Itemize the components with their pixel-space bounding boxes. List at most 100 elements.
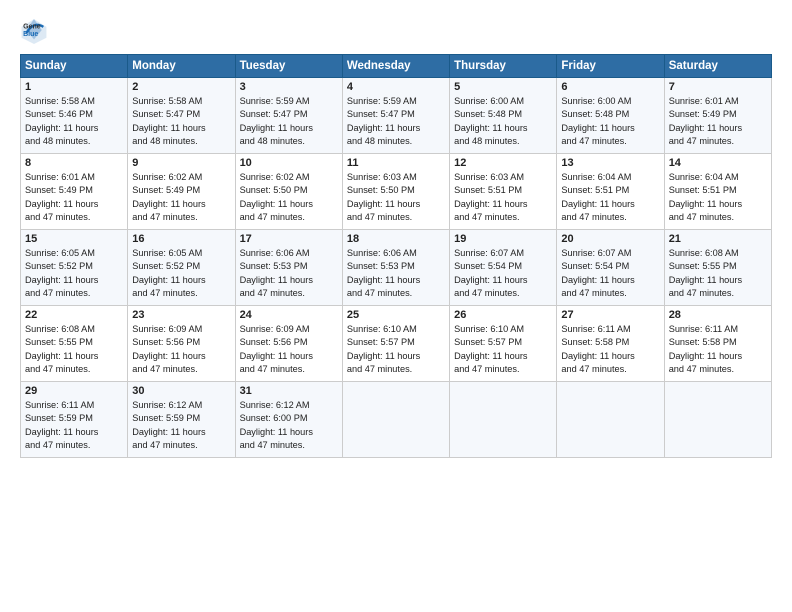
- day-number: 29: [25, 385, 123, 397]
- day-number: 11: [347, 157, 445, 169]
- day-info: Sunrise: 5:59 AMSunset: 5:47 PMDaylight:…: [240, 95, 338, 148]
- day-number: 25: [347, 309, 445, 321]
- header-thursday: Thursday: [450, 55, 557, 78]
- day-info: Sunrise: 6:12 AMSunset: 5:59 PMDaylight:…: [132, 399, 230, 452]
- day-info: Sunrise: 6:06 AMSunset: 5:53 PMDaylight:…: [347, 247, 445, 300]
- calendar-cell: 18 Sunrise: 6:06 AMSunset: 5:53 PMDayligh…: [342, 230, 449, 306]
- calendar-cell: 4 Sunrise: 5:59 AMSunset: 5:47 PMDaylight…: [342, 78, 449, 154]
- day-number: 31: [240, 385, 338, 397]
- calendar-cell: [664, 382, 771, 458]
- header-sunday: Sunday: [21, 55, 128, 78]
- calendar-cell: 24 Sunrise: 6:09 AMSunset: 5:56 PMDayligh…: [235, 306, 342, 382]
- day-info: Sunrise: 5:58 AMSunset: 5:46 PMDaylight:…: [25, 95, 123, 148]
- day-info: Sunrise: 6:02 AMSunset: 5:49 PMDaylight:…: [132, 171, 230, 224]
- day-number: 1: [25, 81, 123, 93]
- day-number: 27: [561, 309, 659, 321]
- day-info: Sunrise: 6:08 AMSunset: 5:55 PMDaylight:…: [669, 247, 767, 300]
- day-number: 21: [669, 233, 767, 245]
- day-number: 10: [240, 157, 338, 169]
- calendar-cell: 16 Sunrise: 6:05 AMSunset: 5:52 PMDayligh…: [128, 230, 235, 306]
- calendar-cell: 17Sunrise: 6:06 AMSunset: 5:53 PMDayligh…: [235, 230, 342, 306]
- calendar-cell: 20 Sunrise: 6:07 AMSunset: 5:54 PMDayligh…: [557, 230, 664, 306]
- calendar-cell: 11 Sunrise: 6:03 AMSunset: 5:50 PMDayligh…: [342, 154, 449, 230]
- calendar-cell: 23 Sunrise: 6:09 AMSunset: 5:56 PMDayligh…: [128, 306, 235, 382]
- calendar-cell: 8 Sunrise: 6:01 AMSunset: 5:49 PMDaylight…: [21, 154, 128, 230]
- day-info: Sunrise: 6:00 AMSunset: 5:48 PMDaylight:…: [561, 95, 659, 148]
- calendar-cell: 31 Sunrise: 6:12 AMSunset: 6:00 PMDayligh…: [235, 382, 342, 458]
- day-number: 22: [25, 309, 123, 321]
- svg-text:Blue: Blue: [23, 31, 38, 38]
- day-number: 23: [132, 309, 230, 321]
- header-wednesday: Wednesday: [342, 55, 449, 78]
- calendar-cell: [557, 382, 664, 458]
- calendar-cell: 29 Sunrise: 6:11 AMSunset: 5:59 PMDayligh…: [21, 382, 128, 458]
- day-number: 5: [454, 81, 552, 93]
- day-number: 9: [132, 157, 230, 169]
- page: Gene Blue SundayMondayTuesdayWednesdayTh…: [0, 0, 792, 612]
- day-number: 19: [454, 233, 552, 245]
- calendar-cell: 30 Sunrise: 6:12 AMSunset: 5:59 PMDayligh…: [128, 382, 235, 458]
- day-info: Sunrise: 5:58 AMSunset: 5:47 PMDaylight:…: [132, 95, 230, 148]
- day-number: 26: [454, 309, 552, 321]
- day-number: 15: [25, 233, 123, 245]
- header-tuesday: Tuesday: [235, 55, 342, 78]
- day-number: 16: [132, 233, 230, 245]
- calendar-table: SundayMondayTuesdayWednesdayThursdayFrid…: [20, 54, 772, 458]
- calendar-cell: 21 Sunrise: 6:08 AMSunset: 5:55 PMDayligh…: [664, 230, 771, 306]
- calendar-row-5: 29 Sunrise: 6:11 AMSunset: 5:59 PMDayligh…: [21, 382, 772, 458]
- day-number: 20: [561, 233, 659, 245]
- calendar-cell: 14 Sunrise: 6:04 AMSunset: 5:51 PMDayligh…: [664, 154, 771, 230]
- day-number: 4: [347, 81, 445, 93]
- day-info: Sunrise: 6:05 AMSunset: 5:52 PMDaylight:…: [132, 247, 230, 300]
- calendar-row-2: 8 Sunrise: 6:01 AMSunset: 5:49 PMDaylight…: [21, 154, 772, 230]
- day-info: Sunrise: 6:12 AMSunset: 6:00 PMDaylight:…: [240, 399, 338, 452]
- day-info: Sunrise: 6:02 AMSunset: 5:50 PMDaylight:…: [240, 171, 338, 224]
- svg-text:Gene: Gene: [23, 23, 41, 30]
- day-info: Sunrise: 6:07 AMSunset: 5:54 PMDaylight:…: [561, 247, 659, 300]
- day-info: Sunrise: 6:01 AMSunset: 5:49 PMDaylight:…: [25, 171, 123, 224]
- day-number: 18: [347, 233, 445, 245]
- day-info: Sunrise: 5:59 AMSunset: 5:47 PMDaylight:…: [347, 95, 445, 148]
- calendar-cell: 15 Sunrise: 6:05 AMSunset: 5:52 PMDayligh…: [21, 230, 128, 306]
- day-number: 13: [561, 157, 659, 169]
- calendar-cell: 27Sunrise: 6:11 AMSunset: 5:58 PMDayligh…: [557, 306, 664, 382]
- calendar-cell: 13Sunrise: 6:04 AMSunset: 5:51 PMDayligh…: [557, 154, 664, 230]
- calendar-cell: 12 Sunrise: 6:03 AMSunset: 5:51 PMDayligh…: [450, 154, 557, 230]
- calendar-cell: 22 Sunrise: 6:08 AMSunset: 5:55 PMDayligh…: [21, 306, 128, 382]
- calendar-cell: 2Sunrise: 5:58 AMSunset: 5:47 PMDaylight…: [128, 78, 235, 154]
- calendar-cell: 19 Sunrise: 6:07 AMSunset: 5:54 PMDayligh…: [450, 230, 557, 306]
- calendar-cell: 6 Sunrise: 6:00 AMSunset: 5:48 PMDaylight…: [557, 78, 664, 154]
- calendar-cell: [342, 382, 449, 458]
- day-number: 7: [669, 81, 767, 93]
- day-number: 12: [454, 157, 552, 169]
- calendar-cell: 3 Sunrise: 5:59 AMSunset: 5:47 PMDaylight…: [235, 78, 342, 154]
- header: Gene Blue: [20, 16, 772, 44]
- day-number: 6: [561, 81, 659, 93]
- calendar-row-3: 15 Sunrise: 6:05 AMSunset: 5:52 PMDayligh…: [21, 230, 772, 306]
- day-number: 24: [240, 309, 338, 321]
- calendar-row-1: 1 Sunrise: 5:58 AMSunset: 5:46 PMDaylight…: [21, 78, 772, 154]
- day-number: 14: [669, 157, 767, 169]
- day-info: Sunrise: 6:08 AMSunset: 5:55 PMDaylight:…: [25, 323, 123, 376]
- header-saturday: Saturday: [664, 55, 771, 78]
- day-info: Sunrise: 6:09 AMSunset: 5:56 PMDaylight:…: [240, 323, 338, 376]
- calendar-cell: 26 Sunrise: 6:10 AMSunset: 5:57 PMDayligh…: [450, 306, 557, 382]
- day-info: Sunrise: 6:04 AMSunset: 5:51 PMDaylight:…: [669, 171, 767, 224]
- header-monday: Monday: [128, 55, 235, 78]
- day-info: Sunrise: 6:11 AMSunset: 5:58 PMDaylight:…: [669, 323, 767, 376]
- day-info: Sunrise: 6:10 AMSunset: 5:57 PMDaylight:…: [454, 323, 552, 376]
- day-info: Sunrise: 6:05 AMSunset: 5:52 PMDaylight:…: [25, 247, 123, 300]
- day-number: 3: [240, 81, 338, 93]
- day-number: 30: [132, 385, 230, 397]
- day-info: Sunrise: 6:03 AMSunset: 5:51 PMDaylight:…: [454, 171, 552, 224]
- day-info: Sunrise: 6:11 AMSunset: 5:59 PMDaylight:…: [25, 399, 123, 452]
- day-info: Sunrise: 6:06 AMSunset: 5:53 PMDaylight:…: [240, 247, 338, 300]
- header-friday: Friday: [557, 55, 664, 78]
- calendar-cell: 5Sunrise: 6:00 AMSunset: 5:48 PMDaylight…: [450, 78, 557, 154]
- logo-icon: Gene Blue: [20, 16, 48, 44]
- day-number: 8: [25, 157, 123, 169]
- day-info: Sunrise: 6:09 AMSunset: 5:56 PMDaylight:…: [132, 323, 230, 376]
- day-info: Sunrise: 6:07 AMSunset: 5:54 PMDaylight:…: [454, 247, 552, 300]
- day-info: Sunrise: 6:03 AMSunset: 5:50 PMDaylight:…: [347, 171, 445, 224]
- calendar-row-4: 22 Sunrise: 6:08 AMSunset: 5:55 PMDayligh…: [21, 306, 772, 382]
